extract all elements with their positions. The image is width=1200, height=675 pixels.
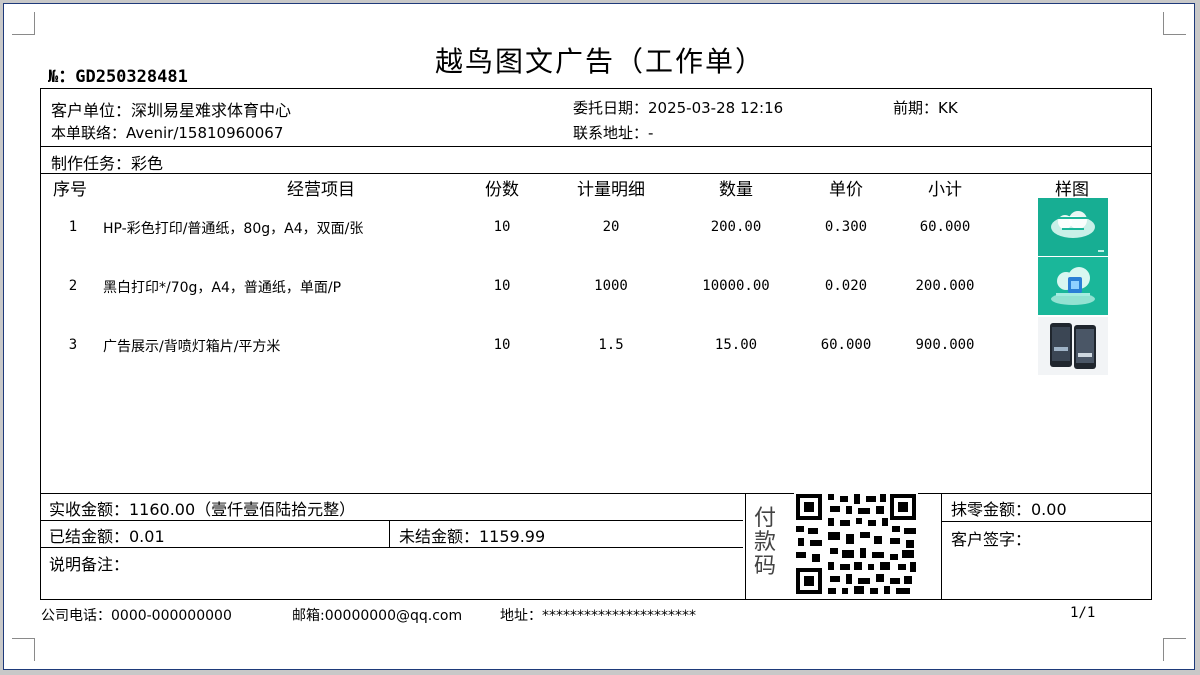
row-price: 0.300 bbox=[824, 219, 868, 235]
col-header-sample: 样图 bbox=[1055, 180, 1089, 200]
unsettled-amount: 未结金额：1159.99 bbox=[399, 527, 546, 546]
row-detail: 20 bbox=[602, 219, 620, 235]
row-detail: 1.5 bbox=[598, 337, 624, 353]
row-copies: 10 bbox=[493, 337, 511, 353]
row-copies: 10 bbox=[493, 219, 511, 235]
col-header-item: 经营项目 bbox=[287, 180, 355, 200]
row-index: 3 bbox=[68, 337, 78, 353]
col-header-subtotal: 小计 bbox=[928, 180, 962, 200]
company-phone: 公司电话：0000-000000000 bbox=[41, 608, 232, 624]
col-header-index: 序号 bbox=[53, 180, 87, 200]
crop-mark-top-left bbox=[12, 12, 35, 35]
col-header-copies: 份数 bbox=[485, 180, 519, 200]
row-index: 1 bbox=[68, 219, 78, 235]
row-subtotal: 900.000 bbox=[915, 337, 975, 353]
row-index: 2 bbox=[68, 278, 78, 294]
col-header-qty: 数量 bbox=[719, 180, 753, 200]
row-subtotal: 200.000 bbox=[915, 278, 975, 294]
divider bbox=[389, 520, 390, 547]
payment-qr-code[interactable] bbox=[794, 492, 918, 596]
commission-date: 委托日期：2025-03-28 12:16 bbox=[573, 99, 784, 117]
row-item: 广告展示/背喷灯箱片/平方米 bbox=[103, 339, 281, 355]
col-header-detail: 计量明细 bbox=[577, 180, 645, 200]
remarks: 说明备注： bbox=[49, 555, 130, 574]
col-header-price: 单价 bbox=[829, 180, 863, 200]
order-contact: 本单联络：Avenir/15810960067 bbox=[51, 124, 284, 142]
contact-address: 联系地址：- bbox=[573, 124, 654, 142]
divider bbox=[41, 520, 743, 521]
rounding-amount: 抹零金额：0.00 bbox=[951, 500, 1067, 519]
row-subtotal: 60.000 bbox=[919, 219, 971, 235]
customer-unit: 客户单位：深圳易星难求体育中心 bbox=[51, 101, 292, 120]
sample-thumbnail[interactable] bbox=[1038, 317, 1108, 375]
crop-mark-top-right bbox=[1163, 12, 1186, 35]
front-stage: 前期：KK bbox=[893, 99, 958, 117]
row-detail: 1000 bbox=[594, 278, 628, 294]
sample-thumbnail[interactable] bbox=[1038, 198, 1108, 256]
divider bbox=[41, 493, 1151, 494]
divider bbox=[941, 521, 1151, 522]
divider bbox=[41, 173, 1151, 174]
order-number: №：GD250328481 bbox=[48, 67, 188, 87]
row-qty: 15.00 bbox=[714, 337, 758, 353]
row-copies: 10 bbox=[493, 278, 511, 294]
company-address: 地址：********************** bbox=[500, 608, 696, 624]
received-amount: 实收金额：1160.00（壹仟壹佰陆拾元整） bbox=[49, 500, 356, 519]
company-email: 邮箱:00000000@qq.com bbox=[292, 608, 463, 624]
settled-amount: 已结金额：0.01 bbox=[49, 527, 165, 546]
production-task: 制作任务：彩色 bbox=[51, 154, 164, 173]
row-qty: 10000.00 bbox=[702, 278, 770, 294]
row-item: HP-彩色打印/普通纸，80g，A4，双面/张 bbox=[103, 221, 364, 237]
row-price: 60.000 bbox=[820, 337, 872, 353]
divider bbox=[41, 146, 1151, 147]
row-price: 0.020 bbox=[824, 278, 868, 294]
payment-code-label: 付 款 码 bbox=[754, 506, 777, 579]
page-number: 1/1 bbox=[1070, 605, 1096, 621]
crop-mark-bottom-left bbox=[12, 638, 35, 661]
work-order-page: 越鸟图文广告（工作单） №：GD250328481 客户单位：深圳易星难求体育中… bbox=[3, 3, 1195, 670]
row-qty: 200.00 bbox=[710, 219, 762, 235]
row-item: 黑白打印*/70g，A4，普通纸，单面/P bbox=[103, 280, 342, 296]
divider bbox=[41, 547, 743, 548]
order-table: 客户单位：深圳易星难求体育中心 本单联络：Avenir/15810960067 … bbox=[40, 88, 1152, 600]
customer-signature[interactable]: 客户签字： bbox=[951, 526, 1031, 550]
divider bbox=[941, 493, 942, 599]
crop-mark-bottom-right bbox=[1163, 638, 1186, 661]
sample-thumbnail[interactable] bbox=[1038, 257, 1108, 315]
divider bbox=[745, 493, 746, 599]
